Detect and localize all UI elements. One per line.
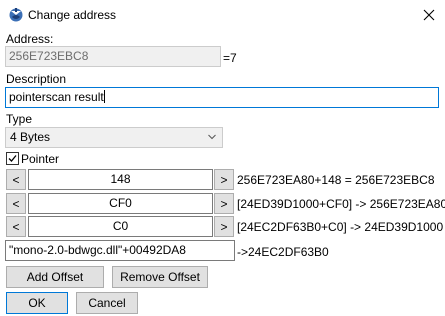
close-icon <box>423 9 435 21</box>
offset-1-increment-button[interactable]: > <box>214 169 234 190</box>
base-address-result: ->24EC2DF63B0 <box>237 245 329 259</box>
offset-3-result: [24EC2DF63B0+C0] -> 24ED39D1000 <box>237 220 444 234</box>
close-button[interactable] <box>414 2 444 28</box>
description-input[interactable]: pointerscan result <box>5 87 439 108</box>
offset-2-increment-button[interactable]: > <box>214 193 234 214</box>
address-value-suffix: =7 <box>223 51 237 65</box>
offset-2-result: [24ED39D1000+CF0] -> 256E723EA80 <box>237 197 445 211</box>
address-field[interactable]: 256E723EBC8 <box>5 46 221 67</box>
base-address-input[interactable]: "mono-2.0-bdwgc.dll"+00492DA8 <box>5 240 235 261</box>
chevron-down-icon <box>208 134 216 140</box>
ok-button[interactable]: OK <box>6 292 68 314</box>
type-label: Type <box>6 112 33 126</box>
pointer-label: Pointer <box>21 152 60 166</box>
type-selected-value: 4 Bytes <box>10 130 51 144</box>
description-text: pointerscan result <box>9 90 104 104</box>
offset-3-decrement-button[interactable]: < <box>6 216 26 237</box>
window-title: Change address <box>28 8 117 22</box>
change-address-dialog: Change address Address: 256E723EBC8 =7 D… <box>0 0 445 316</box>
remove-offset-button[interactable]: Remove Offset <box>112 266 208 288</box>
text-caret <box>103 90 105 103</box>
cancel-button[interactable]: Cancel <box>76 292 138 314</box>
add-offset-button[interactable]: Add Offset <box>6 266 104 288</box>
address-label: Address: <box>6 32 54 46</box>
checkmark-icon <box>8 155 17 162</box>
pointer-checkbox[interactable] <box>6 152 19 165</box>
offset-3-input[interactable]: C0 <box>28 216 213 237</box>
description-label: Description <box>6 72 67 86</box>
type-select[interactable]: 4 Bytes <box>5 127 223 148</box>
offset-2-decrement-button[interactable]: < <box>6 193 26 214</box>
offset-1-input[interactable]: 148 <box>28 169 213 190</box>
offset-1-result: 256E723EA80+148 = 256E723EBC8 <box>237 173 435 187</box>
offset-2-input[interactable]: CF0 <box>28 193 213 214</box>
cheat-engine-icon <box>9 8 23 22</box>
offset-1-decrement-button[interactable]: < <box>6 169 26 190</box>
offset-3-increment-button[interactable]: > <box>214 216 234 237</box>
title-bar: Change address <box>0 0 445 30</box>
